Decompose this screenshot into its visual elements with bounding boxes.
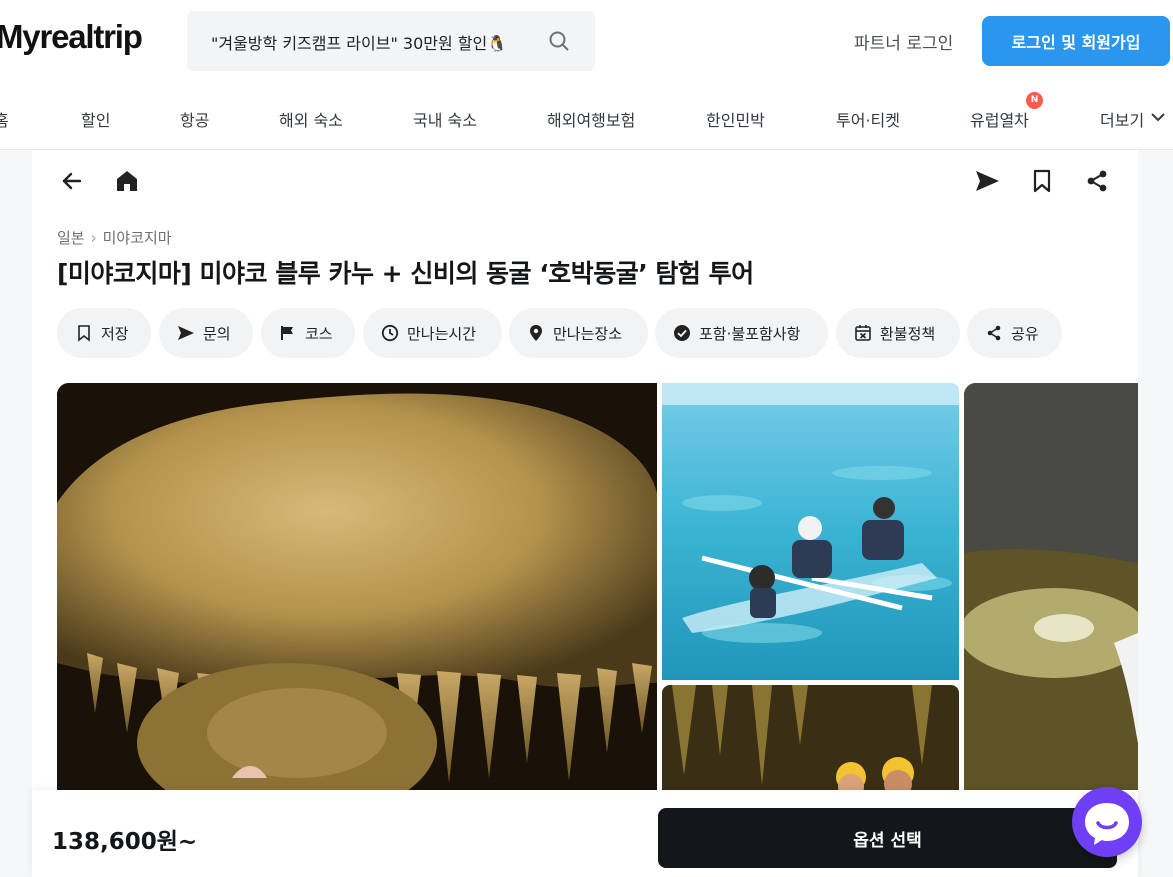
chip-label: 코스 — [305, 324, 333, 343]
send-icon — [178, 326, 194, 340]
nav-item-tours-tickets[interactable]: 투어·티켓 — [836, 107, 900, 131]
location-pin-icon — [530, 325, 542, 341]
chip-label: 만나는시간 — [407, 324, 477, 343]
chat-bubble-icon — [1085, 803, 1129, 845]
share-icon — [987, 325, 1001, 341]
nav-item-flights[interactable]: 항공 — [180, 107, 209, 131]
site-logo[interactable]: Myrealtrip — [0, 18, 143, 56]
page-gutter-left — [0, 150, 32, 877]
chip-label: 포함·불포함사항 — [699, 324, 801, 343]
chevron-down-icon[interactable] — [1150, 111, 1166, 123]
select-option-button[interactable]: 옵션 선택 — [658, 808, 1117, 868]
breadcrumb: 일본 › 미야코지마 — [57, 227, 172, 248]
chip-label: 문의 — [203, 324, 231, 343]
login-signup-button[interactable]: 로그인 및 회원가입 — [982, 16, 1170, 66]
chat-button[interactable] — [1072, 787, 1142, 857]
page-gutter-right — [1138, 150, 1173, 877]
calendar-x-icon — [855, 325, 871, 341]
chip-inclusions[interactable]: 포함·불포함사항 — [655, 308, 828, 358]
product-title: [미야코지마] 미야코 블루 카누 + 신비의 동굴 ‘호박동굴’ 탐험 투어 — [57, 259, 754, 288]
nav-item-discount[interactable]: 할인 — [81, 107, 110, 131]
share-icon[interactable] — [1083, 167, 1111, 195]
chip-share[interactable]: 공유 — [967, 308, 1062, 358]
nav-item-travel-insurance[interactable]: 해외여행보험 — [547, 107, 635, 131]
kayak-image — [662, 383, 959, 680]
chip-course[interactable]: 코스 — [261, 308, 355, 358]
cave-explorers-photo[interactable] — [662, 685, 959, 803]
partner-login-link[interactable]: 파트너 로그인 — [854, 29, 953, 54]
check-circle-icon — [674, 325, 690, 341]
chevron-right-icon: › — [90, 229, 97, 247]
search-bar[interactable]: "겨울방학 키즈캠프 라이브" 30만원 할인🐧 — [187, 11, 595, 71]
clock-icon — [381, 324, 399, 342]
category-nav: 홈 할인 항공 해외 숙소 국내 숙소 해외여행보험 한인민박 투어·티켓 유럽… — [0, 86, 1173, 150]
search-icon[interactable] — [547, 29, 571, 53]
chip-label: 환불정책 — [880, 324, 936, 343]
nav-item-home[interactable]: 홈 — [0, 107, 9, 131]
bookmark-icon[interactable] — [1028, 167, 1056, 195]
nav-item-overseas-stay[interactable]: 해외 숙소 — [279, 107, 343, 131]
nav-item-domestic-stay[interactable]: 국내 숙소 — [413, 107, 477, 131]
breadcrumb-city[interactable]: 미야코지마 — [103, 229, 172, 247]
send-icon[interactable] — [973, 167, 1001, 195]
main-cave-photo[interactable] — [57, 383, 657, 803]
cave-pool-photo[interactable] — [964, 383, 1138, 803]
back-arrow-icon[interactable] — [58, 167, 86, 195]
cave-pool-image — [964, 383, 1138, 803]
chip-refund-policy[interactable]: 환불정책 — [836, 308, 960, 358]
flag-icon — [281, 326, 293, 340]
chip-label: 저장 — [101, 324, 129, 343]
bookmark-icon — [78, 325, 90, 342]
nav-item-korean-minbak[interactable]: 한인민박 — [706, 107, 765, 131]
price-label: 138,600원~ — [52, 829, 198, 855]
chip-meeting-place[interactable]: 만나는장소 — [509, 308, 648, 358]
cave-flowstone-image — [57, 383, 657, 803]
kayak-photo[interactable] — [662, 383, 959, 680]
chip-save[interactable]: 저장 — [57, 308, 151, 358]
home-icon[interactable] — [113, 167, 141, 195]
chip-inquiry[interactable]: 문의 — [159, 308, 253, 358]
top-header: Myrealtrip "겨울방학 키즈캠프 라이브" 30만원 할인🐧 파트너 … — [0, 0, 1173, 86]
chip-label: 만나는장소 — [553, 324, 623, 343]
nav-item-europe-rail[interactable]: 유럽열차 — [970, 107, 1029, 131]
new-badge: N — [1026, 92, 1043, 109]
nav-item-more[interactable]: 더보기 — [1100, 107, 1144, 131]
search-input[interactable]: "겨울방학 키즈캠프 라이브" 30만원 할인🐧 — [211, 30, 507, 54]
chip-label: 공유 — [1011, 324, 1039, 343]
chip-meeting-time[interactable]: 만나는시간 — [363, 308, 502, 358]
cave-explorers-image — [662, 685, 959, 803]
breadcrumb-country[interactable]: 일본 — [57, 229, 85, 247]
